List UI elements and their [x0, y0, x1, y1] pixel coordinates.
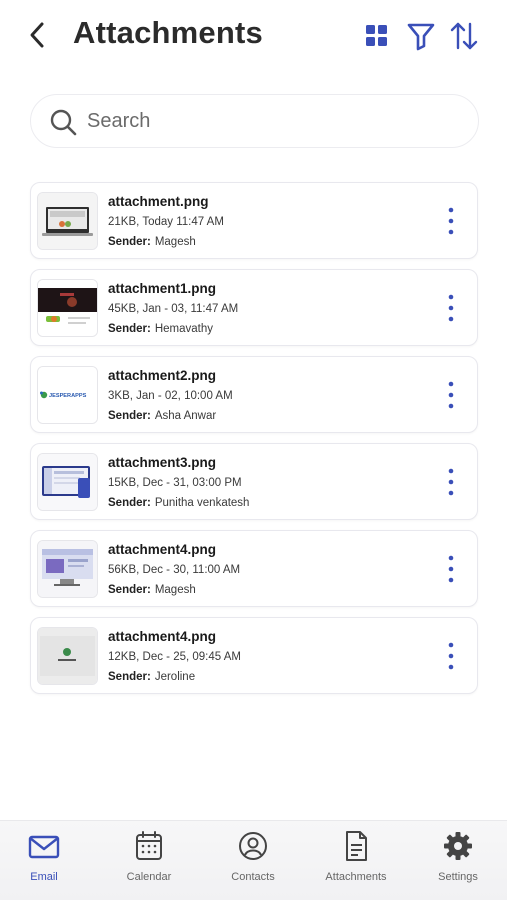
nav-label: Contacts	[231, 871, 275, 883]
attachment-name: attachment2.png	[108, 368, 217, 383]
thumb-logo-text: JESPERAPPS	[49, 393, 87, 399]
sender-label: Sender:	[108, 236, 151, 248]
nav-settings[interactable]: Settings	[418, 829, 498, 895]
sender-label: Sender:	[108, 323, 151, 335]
attachment-name: attachment4.png	[108, 542, 217, 557]
attachment-name: attachment3.png	[108, 455, 217, 470]
more-options-icon[interactable]	[441, 640, 461, 672]
nav-attachments[interactable]: Attachments	[316, 829, 396, 895]
attachment-sender: Sender: Magesh	[108, 236, 196, 248]
more-options-icon[interactable]	[441, 205, 461, 237]
attachment-card[interactable]: attachment3.png 15KB, Dec - 31, 03:00 PM…	[30, 443, 478, 520]
bottom-navigation: Email Calendar Contacts Attachments Sett…	[0, 820, 507, 900]
attachment-meta: 15KB, Dec - 31, 03:00 PM	[108, 477, 242, 489]
sender-name: Hemavathy	[154, 323, 213, 335]
nav-label: Email	[30, 871, 58, 883]
sender-name: Asha Anwar	[154, 410, 217, 422]
attachment-thumbnail[interactable]	[37, 540, 98, 598]
attachment-sender: Sender: Punitha venkatesh	[108, 497, 249, 509]
attachment-sender: Sender: Magesh	[108, 584, 196, 596]
attachment-card[interactable]: attachment.png 21KB, Today 11:47 AM Send…	[30, 182, 478, 259]
nav-contacts[interactable]: Contacts	[213, 829, 293, 895]
sender-label: Sender:	[108, 671, 151, 683]
attachment-thumbnail[interactable]	[37, 279, 98, 337]
attachment-name: attachment4.png	[108, 629, 217, 644]
attachment-thumbnail[interactable]	[37, 627, 98, 685]
attachment-sender: Sender: Asha Anwar	[108, 410, 216, 422]
attachment-card[interactable]: JESPERAPPS attachment2.png 3KB, Jan - 02…	[30, 356, 478, 433]
attachment-card[interactable]: attachment4.png 56KB, Dec - 30, 11:00 AM…	[30, 530, 478, 607]
search-icon	[50, 109, 77, 136]
page-title: Attachments	[73, 15, 263, 50]
nav-label: Attachments	[325, 871, 387, 883]
attachment-thumbnail[interactable]	[37, 192, 98, 250]
sender-label: Sender:	[108, 410, 151, 422]
sender-name: Magesh	[154, 584, 196, 596]
nav-label: Settings	[438, 871, 478, 883]
sender-label: Sender:	[108, 497, 151, 509]
mail-icon	[28, 835, 60, 859]
sort-icon[interactable]	[449, 20, 479, 52]
calendar-icon	[136, 831, 162, 860]
attachment-card[interactable]: attachment1.png 45KB, Jan - 03, 11:47 AM…	[30, 269, 478, 346]
attachment-sender: Sender: Hemavathy	[108, 323, 213, 335]
nav-label: Calendar	[126, 871, 172, 883]
attachment-list: attachment.png 21KB, Today 11:47 AM Send…	[30, 182, 478, 704]
attachment-sender: Sender: Jeroline	[108, 671, 195, 683]
attachment-meta: 56KB, Dec - 30, 11:00 AM	[108, 564, 241, 576]
more-options-icon[interactable]	[441, 292, 461, 324]
search-input[interactable]	[87, 95, 457, 147]
app-header: Attachments	[0, 0, 507, 72]
gear-icon	[444, 832, 472, 860]
attachment-meta: 12KB, Dec - 25, 09:45 AM	[108, 651, 241, 663]
more-options-icon[interactable]	[441, 553, 461, 585]
contacts-icon	[239, 832, 267, 860]
filter-icon[interactable]	[406, 20, 436, 52]
attachment-name: attachment.png	[108, 194, 209, 209]
attachment-name: attachment1.png	[108, 281, 217, 296]
attachment-meta: 45KB, Jan - 03, 11:47 AM	[108, 303, 239, 315]
sender-label: Sender:	[108, 584, 151, 596]
attachment-thumbnail[interactable]: JESPERAPPS	[37, 366, 98, 424]
sender-name: Magesh	[154, 236, 196, 248]
attachment-card[interactable]: attachment4.png 12KB, Dec - 25, 09:45 AM…	[30, 617, 478, 694]
document-icon	[346, 831, 367, 861]
grid-view-icon[interactable]	[362, 20, 392, 52]
more-options-icon[interactable]	[441, 379, 461, 411]
search-bar[interactable]	[30, 94, 479, 148]
attachment-meta: 3KB, Jan - 02, 10:00 AM	[108, 390, 233, 402]
nav-calendar[interactable]: Calendar	[109, 829, 189, 895]
nav-email[interactable]: Email	[4, 829, 84, 895]
sender-name: Punitha venkatesh	[154, 497, 250, 509]
more-options-icon[interactable]	[441, 466, 461, 498]
sender-name: Jeroline	[154, 671, 196, 683]
back-arrow-icon[interactable]	[24, 18, 52, 52]
attachment-thumbnail[interactable]	[37, 453, 98, 511]
attachment-meta: 21KB, Today 11:47 AM	[108, 216, 224, 228]
